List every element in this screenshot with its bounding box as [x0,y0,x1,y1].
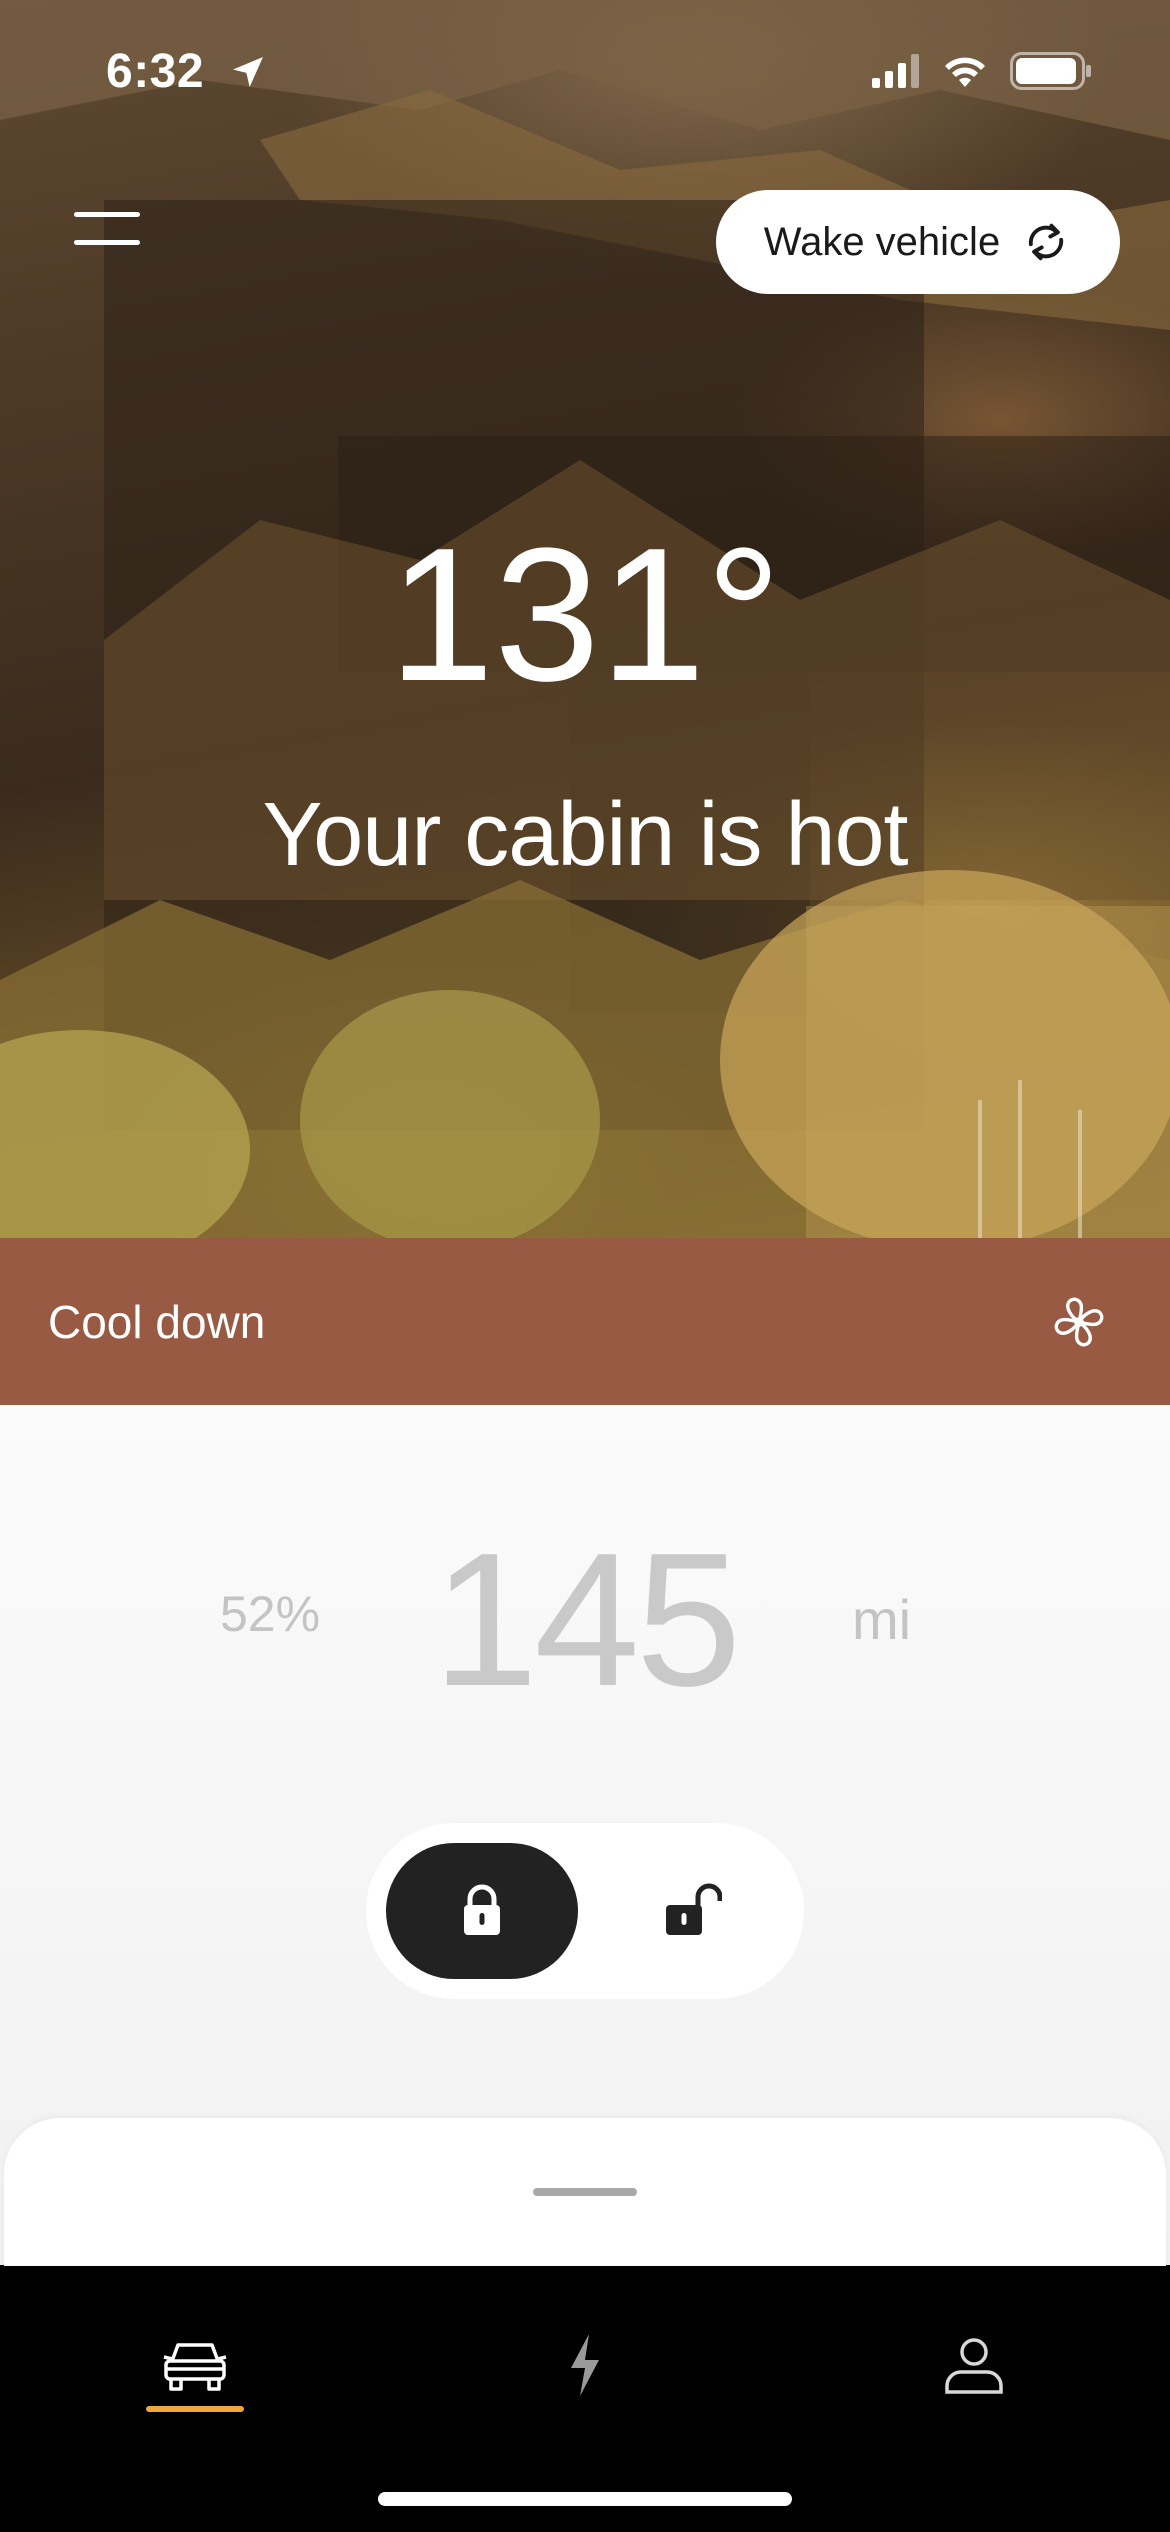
cabin-status-message: Your cabin is hot [262,785,908,885]
active-tab-indicator [146,2406,244,2412]
sheet-drag-handle[interactable] [533,2188,637,2196]
tab-vehicle[interactable] [120,2310,270,2420]
lock-toggle [366,1823,804,1999]
range-value: 145 [432,1514,741,1726]
lightning-icon [571,2334,599,2396]
home-indicator [378,2492,792,2506]
cool-down-label: Cool down [48,1295,266,1348]
range-unit: mi [852,1588,912,1651]
location-arrow-icon [233,57,263,87]
fan-icon [1054,1297,1104,1346]
status-time: 6:32 [106,45,205,98]
hero-image: 6:32 Wake vehicle 131° Your cabin is hot [0,0,1170,1238]
profile-icon [945,2338,1003,2394]
wake-vehicle-button[interactable]: Wake vehicle [716,190,1120,294]
bottom-sheet[interactable] [4,2118,1166,2278]
unlock-icon [666,1883,722,1935]
cool-down-button[interactable]: Cool down [0,1238,1170,1405]
lock-button[interactable] [386,1843,578,1979]
refresh-icon [1029,223,1064,261]
lock-icon [464,1884,500,1935]
cabin-temperature: 131° [388,509,782,721]
tab-charging[interactable] [510,2310,660,2420]
wake-vehicle-label: Wake vehicle [763,219,1001,264]
status-icons [872,52,1092,90]
tab-bar [0,2266,1170,2532]
tab-profile[interactable] [899,2310,1049,2420]
car-icon [163,2343,227,2391]
wifi-icon [945,57,985,87]
cellular-signal-icon [872,54,919,88]
unlock-button[interactable] [602,1843,784,1979]
battery-icon [1010,52,1091,90]
hamburger-menu-icon[interactable] [74,212,142,248]
